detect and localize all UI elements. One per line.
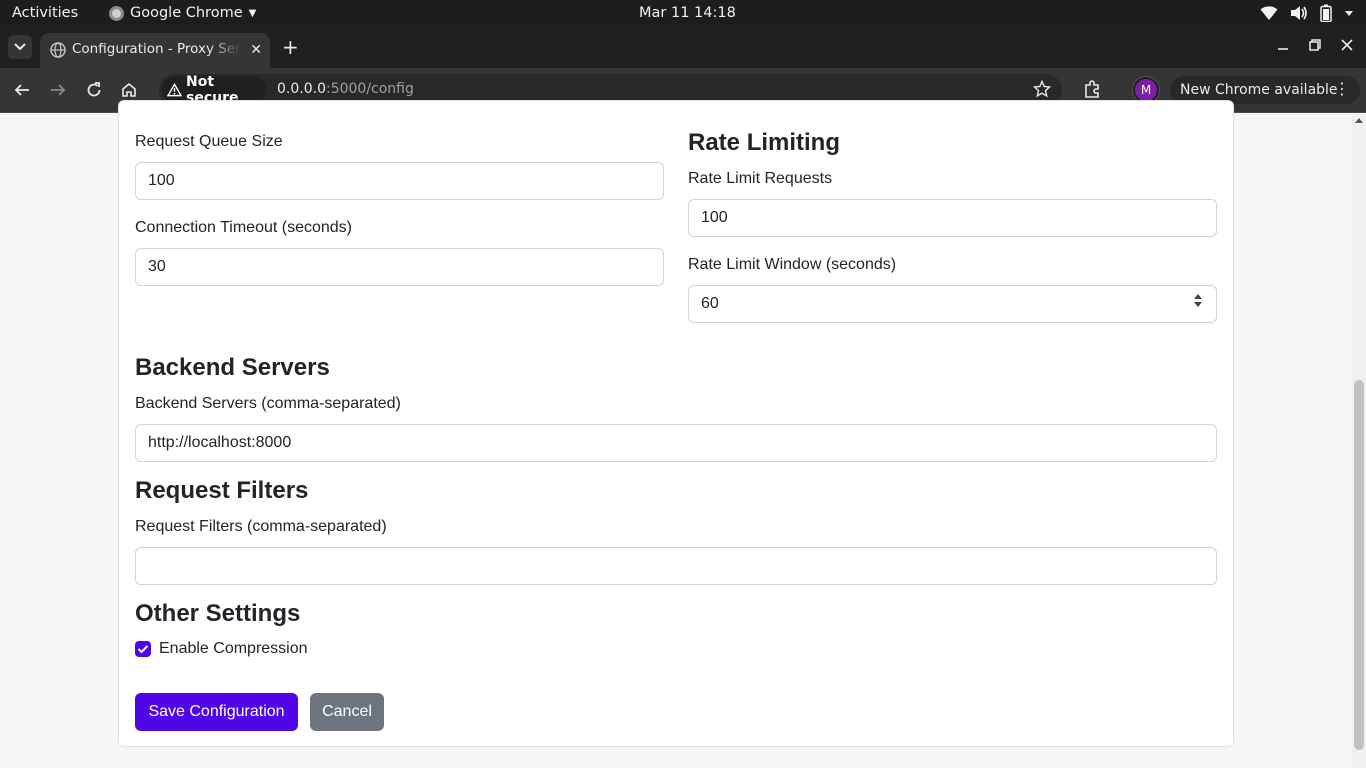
chevron-down-icon [14,43,26,51]
spin-down-icon[interactable] [1194,302,1202,307]
rate-limiting-heading: Rate Limiting [688,129,841,156]
page-scrollbar[interactable] [1352,114,1366,768]
enable-compression-checkbox[interactable] [135,641,151,657]
backend-servers-input[interactable]: http://localhost:8000 [135,424,1217,462]
request-queue-size-value: 100 [148,172,175,189]
back-arrow-icon[interactable] [13,81,31,99]
battery-icon [1320,4,1332,22]
extensions-icon[interactable] [1083,80,1102,99]
rate-limit-window-value: 60 [701,295,719,312]
reload-icon[interactable] [85,81,103,99]
minimize-icon[interactable] [1276,38,1290,52]
other-settings-heading: Other Settings [135,600,301,627]
cancel-button[interactable]: Cancel [310,693,384,731]
new-tab-button[interactable]: + [282,37,299,57]
close-window-icon[interactable] [1340,38,1354,52]
spin-up-icon[interactable] [1194,294,1202,299]
save-configuration-button[interactable]: Save Configuration [135,693,298,731]
app-menu[interactable]: Google Chrome ▼ [109,5,256,21]
restore-icon[interactable] [1308,38,1322,52]
update-label: New Chrome available [1180,82,1338,98]
request-filters-input[interactable] [135,547,1217,585]
backend-servers-value: http://localhost:8000 [148,434,292,451]
home-icon[interactable] [120,81,138,99]
url-path: :5000/config [325,81,414,97]
request-filters-heading: Request Filters [135,477,309,504]
close-icon[interactable]: ✕ [250,42,262,58]
rate-limit-requests-label: Rate Limit Requests [688,170,833,187]
connection-timeout-label: Connection Timeout (seconds) [135,219,352,236]
volume-icon [1291,6,1307,20]
connection-timeout-value: 30 [148,258,166,275]
caret-down-icon: ▼ [248,7,257,19]
url-text[interactable]: 0.0.0.0:5000/config [277,81,414,97]
system-tray[interactable] [1260,4,1354,22]
backend-servers-label: Backend Servers (comma-separated) [135,395,401,412]
wifi-icon [1260,6,1278,20]
chrome-icon [109,5,124,21]
activities-button[interactable]: Activities [12,5,78,21]
url-host: 0.0.0.0 [277,81,326,97]
tab-title: Configuration - Proxy Server [72,41,242,57]
scrollbar-thumb[interactable] [1354,380,1364,750]
avatar-letter: M [1140,83,1152,97]
rate-limit-window-label: Rate Limit Window (seconds) [688,256,897,273]
system-top-bar: Activities Google Chrome ▼ Mar 11 14:18 [0,0,1366,27]
enable-compression-label[interactable]: Enable Compression [159,640,308,658]
backend-servers-heading: Backend Servers [135,354,330,381]
tab-configuration[interactable]: Configuration - Proxy Server ✕ [40,33,270,68]
request-queue-size-input[interactable]: 100 [135,162,664,200]
warning-icon [167,83,182,97]
clock[interactable]: Mar 11 14:18 [639,5,736,21]
request-queue-size-label: Request Queue Size [135,133,283,150]
forward-arrow-icon[interactable] [49,81,67,99]
app-name: Google Chrome [130,5,243,21]
checkmark-icon [137,645,149,654]
rate-limit-requests-value: 100 [701,209,728,226]
globe-icon [50,42,66,58]
bookmark-star-icon[interactable] [1033,80,1051,98]
rate-limit-requests-input[interactable]: 100 [688,199,1217,237]
connection-timeout-input[interactable]: 30 [135,248,664,286]
request-filters-label: Request Filters (comma-separated) [135,518,387,535]
tab-search-button[interactable] [8,35,32,59]
number-spinner[interactable] [1194,294,1202,307]
caret-down-icon [1345,11,1353,16]
rate-limit-window-input[interactable]: 60 [688,285,1217,323]
more-vert-icon[interactable]: ⋮ [1334,80,1350,98]
scroll-up-arrow-icon[interactable] [1355,118,1363,123]
